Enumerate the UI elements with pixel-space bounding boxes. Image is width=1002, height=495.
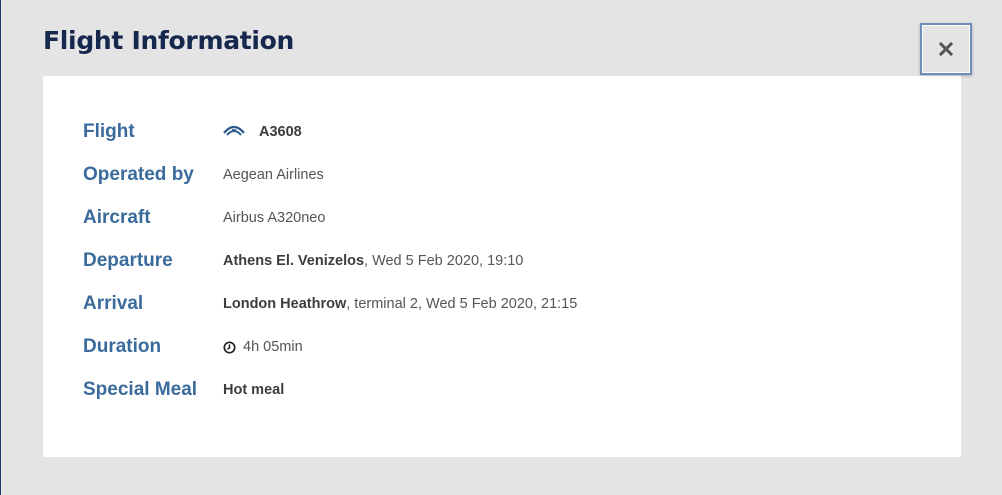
- arrival-label: Arrival: [83, 293, 144, 314]
- aircraft-label: Aircraft: [83, 207, 151, 228]
- operated-by-row: Operated by Aegean Airlines: [83, 160, 324, 190]
- aircraft-value: Airbus A320neo: [223, 210, 326, 226]
- arrival-row: Arrival London Heathrow, terminal 2, Wed…: [83, 289, 577, 319]
- modal-title: Flight Information: [43, 26, 295, 55]
- flight-details-panel: Flight A3608 Operated by Aegean Airlines…: [43, 76, 961, 457]
- operated-by-label: Operated by: [83, 164, 194, 185]
- duration-label: Duration: [83, 336, 162, 357]
- flight-information-modal: Flight Information Flight A3608 Operated…: [0, 0, 1002, 495]
- special-meal-label: Special Meal: [83, 379, 198, 400]
- airline-logo-icon: [223, 123, 245, 137]
- special-meal-value: Hot meal: [223, 382, 285, 398]
- flight-number: A3608: [259, 124, 302, 140]
- close-icon: [939, 42, 953, 56]
- flight-row: Flight A3608: [83, 117, 302, 147]
- arrival-airport: London Heathrow: [223, 296, 347, 312]
- arrival-details: , terminal 2, Wed 5 Feb 2020, 21:15: [346, 296, 578, 312]
- clock-icon: [223, 340, 236, 354]
- flight-label: Flight: [83, 121, 135, 142]
- departure-row: Departure Athens El. Venizelos, Wed 5 Fe…: [83, 246, 523, 276]
- operated-by-value: Aegean Airlines: [223, 167, 324, 183]
- departure-details: , Wed 5 Feb 2020, 19:10: [364, 253, 524, 269]
- aircraft-row: Aircraft Airbus A320neo: [83, 203, 325, 233]
- departure-label: Departure: [83, 250, 173, 271]
- special-meal-row: Special Meal Hot meal: [83, 375, 284, 405]
- departure-airport: Athens El. Venizelos: [223, 253, 365, 269]
- duration-row: Duration 4h 05min: [83, 332, 303, 362]
- duration-value: 4h 05min: [243, 339, 303, 355]
- close-button[interactable]: [920, 23, 972, 75]
